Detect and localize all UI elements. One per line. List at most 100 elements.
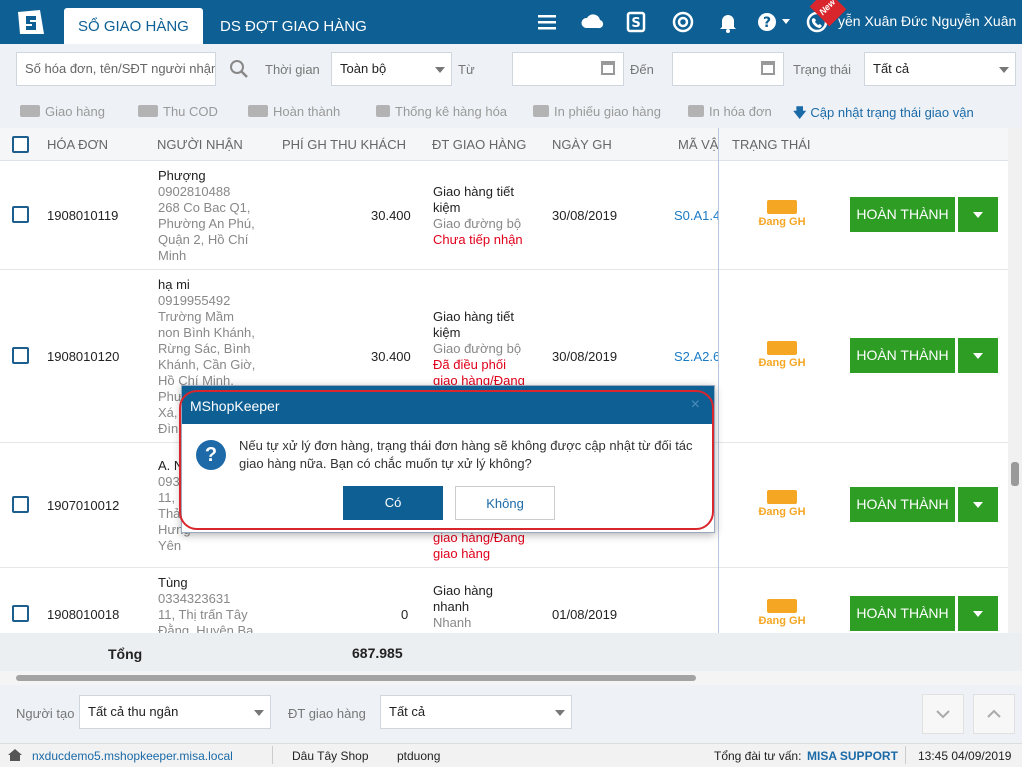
row-checkbox[interactable] xyxy=(12,605,29,622)
status-select[interactable]: Tất cả xyxy=(864,52,1016,86)
in-hoa-don-label: In hóa đơn xyxy=(709,104,772,119)
partner-cell: Giao hàng nhanh Nhanh xyxy=(433,583,533,633)
tab-ds-dot-giao-hang[interactable]: DS ĐỢT GIAO HÀNG xyxy=(206,8,381,44)
from-date-input[interactable] xyxy=(512,52,624,86)
thu-cod-button[interactable]: Thu COD xyxy=(138,104,218,119)
thong-ke-button[interactable]: Thống kê hàng hóa xyxy=(376,104,507,119)
partner-name: nhanh xyxy=(433,599,470,614)
bell-icon[interactable] xyxy=(716,10,740,34)
hoan-thanh-button[interactable]: HOÀN THÀNH xyxy=(850,596,955,631)
tracking-code[interactable]: S0.A1.4 xyxy=(674,208,718,224)
action-dropdown-button[interactable] xyxy=(958,197,998,232)
creator-select-value: Tất cả thu ngân xyxy=(88,704,179,719)
creator-select[interactable]: Tất cả thu ngân xyxy=(79,695,271,729)
help-dropdown-icon[interactable] xyxy=(782,19,790,24)
s-icon[interactable]: S xyxy=(624,10,648,34)
in-phieu-button[interactable]: In phiếu giao hàng xyxy=(533,104,661,119)
invoice-number: 1908010018 xyxy=(47,607,120,622)
shop-name: Dâu Tây Shop xyxy=(292,749,369,763)
recipient-address: Đằng, Huyện Ba xyxy=(158,623,254,633)
action-dropdown-button[interactable] xyxy=(958,338,998,373)
col-phi-gh[interactable]: PHÍ GH THU KHÁCH xyxy=(282,137,406,152)
vertical-scrollbar-thumb[interactable] xyxy=(1011,462,1019,486)
domain-link[interactable]: nxducdemo5.mshopkeeper.misa.local xyxy=(32,749,233,763)
status-text: Đang GH xyxy=(758,357,806,369)
select-all-checkbox[interactable] xyxy=(12,136,29,153)
col-dt-giao-hang[interactable]: ĐT GIAO HÀNG xyxy=(432,137,526,152)
recipient-address: Phường An Phú, xyxy=(158,216,255,231)
action-dropdown-button[interactable] xyxy=(958,596,998,631)
recipient-address: Quận 2, Hồ Chí xyxy=(158,232,249,247)
col-nguoi-nhan[interactable]: NGƯỜI NHẬN xyxy=(157,137,243,152)
partner-name: kiệm xyxy=(433,325,461,340)
row-checkbox[interactable] xyxy=(12,496,29,513)
partner-name: kiệm xyxy=(433,200,461,215)
status-text: Đang GH xyxy=(758,216,806,228)
hoan-thanh-label: Hoàn thành xyxy=(273,104,341,119)
printer-icon xyxy=(688,105,704,117)
action-dropdown-button[interactable] xyxy=(958,487,998,522)
invoice-number: 1908010119 xyxy=(47,208,119,223)
frozen-column-divider xyxy=(718,128,719,633)
fee: 0 xyxy=(401,607,409,622)
col-trang-thai[interactable]: TRẠNG THÁI xyxy=(732,137,811,152)
recipient-phone: 0919955492 xyxy=(158,293,231,308)
truck-icon xyxy=(767,200,797,214)
col-hoa-don[interactable]: HÓA ĐƠN xyxy=(47,137,108,152)
invoice-number: 1907010012 xyxy=(47,498,120,513)
tracking-code[interactable]: S2.A2.6 xyxy=(674,349,718,365)
recipient-address: non Bình Khánh, xyxy=(158,325,255,340)
col-ngay-gh[interactable]: NGÀY GH xyxy=(552,137,612,152)
invoice-number: 1908010120 xyxy=(47,349,120,364)
hoan-thanh-button[interactable]: HOÀN THÀNH xyxy=(850,338,955,373)
partner-select[interactable]: Tất cả xyxy=(380,695,572,729)
total-value: 687.985 xyxy=(352,645,403,661)
vertical-scrollbar[interactable] xyxy=(1008,128,1022,633)
time-select[interactable]: Toàn bộ xyxy=(331,52,452,86)
menu-icon[interactable] xyxy=(535,10,559,34)
datetime: 13:45 04/09/2019 xyxy=(918,749,1012,763)
tab-so-giao-hang[interactable]: SỔ GIAO HÀNG xyxy=(64,8,203,44)
status-text: Đang GH xyxy=(758,615,806,627)
row-checkbox[interactable] xyxy=(12,347,29,364)
delivery-method: Giao đường bộ xyxy=(433,341,522,356)
hotline-link[interactable]: MISA SUPPORT xyxy=(807,749,898,763)
calendar-icon[interactable] xyxy=(761,61,775,75)
chevron-down-icon xyxy=(999,67,1009,73)
search-icon[interactable] xyxy=(228,58,250,80)
delivery-date: 30/08/2019 xyxy=(552,349,618,364)
chevron-down-icon xyxy=(435,67,445,73)
giao-hang-button[interactable]: Giao hàng xyxy=(20,104,105,119)
truck-icon xyxy=(248,105,268,117)
in-hoa-don-button[interactable]: In hóa đơn xyxy=(688,104,772,119)
status-text: Đang GH xyxy=(758,506,806,518)
hoan-thanh-button[interactable]: HOÀN THÀNH xyxy=(850,487,955,522)
row-checkbox[interactable] xyxy=(12,206,29,223)
printer-icon xyxy=(533,105,549,117)
status-label: Trạng thái xyxy=(793,62,852,77)
search-input[interactable]: Số hóa đơn, tên/SĐT người nhận xyxy=(16,52,216,86)
help-icon[interactable]: ? xyxy=(756,10,780,34)
cloud-sync-icon[interactable] xyxy=(580,10,604,34)
status-badge: Đang GH xyxy=(752,490,812,518)
cap-nhat-button[interactable]: 🡇 Cập nhật trạng thái giao vận xyxy=(793,104,974,126)
partner-name: Giao hàng tiết xyxy=(433,309,514,324)
col-ma-van[interactable]: MÃ VẬ xyxy=(678,137,718,152)
scroll-up-button[interactable] xyxy=(973,694,1015,734)
calendar-icon[interactable] xyxy=(601,61,615,75)
partner-cell: giao hàng/Đang giao hàng xyxy=(433,530,533,562)
user-name[interactable]: yễn Xuân Đức Nguyễn Xuân xyxy=(838,13,1016,29)
partner-status: Chưa tiếp nhận xyxy=(433,232,523,247)
scroll-down-button[interactable] xyxy=(922,694,964,734)
status-badge: Đang GH xyxy=(752,599,812,627)
partner-select-value: Tất cả xyxy=(389,704,426,719)
to-date-input[interactable] xyxy=(672,52,784,86)
thong-ke-label: Thống kê hàng hóa xyxy=(395,104,508,119)
hoan-thanh-toolbar-button[interactable]: Hoàn thành xyxy=(248,104,340,119)
home-icon[interactable] xyxy=(8,749,22,761)
hoan-thanh-button[interactable]: HOÀN THÀNH xyxy=(850,197,955,232)
from-label: Từ xyxy=(458,62,475,77)
partner-name: Giao hàng tiết xyxy=(433,184,514,199)
spiral-icon[interactable] xyxy=(671,10,695,34)
horizontal-scrollbar-thumb[interactable] xyxy=(16,675,696,681)
